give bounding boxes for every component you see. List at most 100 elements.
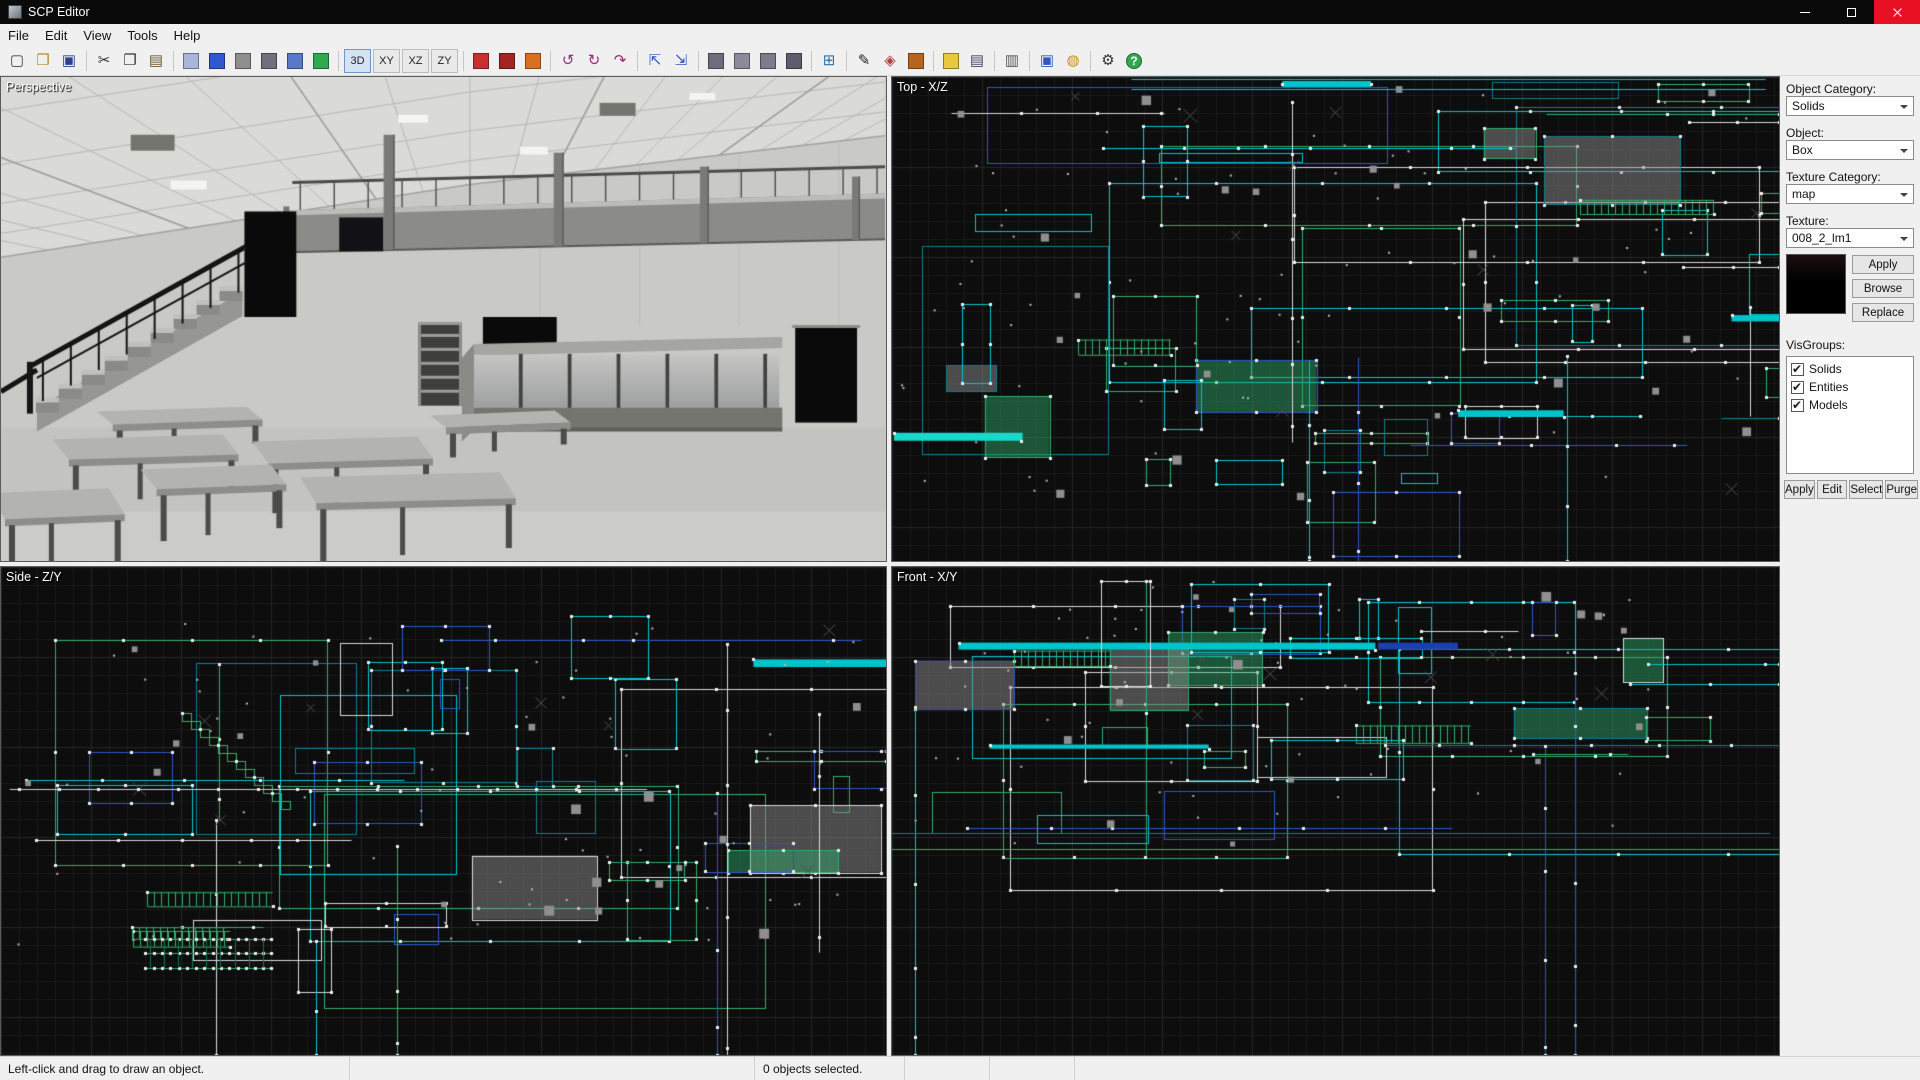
light-icon-glyph: ◍ [1066, 53, 1079, 68]
entity-window-icon[interactable]: ⊞ [817, 49, 841, 73]
stats-view-icon[interactable] [309, 49, 333, 73]
texture-category-select[interactable]: map [1786, 184, 1914, 204]
rotate-z-icon[interactable]: ↷ [608, 49, 632, 73]
texture-value: 008_2_lm1 [1792, 231, 1851, 245]
view-xz-button[interactable]: XZ [402, 49, 429, 73]
texture-select[interactable]: 008_2_lm1 [1786, 228, 1914, 248]
texture-apply-button[interactable]: Apply [1852, 255, 1914, 274]
apply-texture-icon-glyph [908, 53, 924, 69]
status-panel-empty [905, 1057, 990, 1080]
hollow-icon[interactable] [782, 49, 806, 73]
texture-browse-button[interactable]: Browse [1852, 279, 1914, 298]
wireframe-view-icon[interactable] [179, 49, 203, 73]
scale-selection-icon[interactable]: ⇲ [669, 49, 693, 73]
help-icon-glyph: ? [1126, 53, 1142, 69]
top-view-canvas[interactable] [892, 77, 1779, 561]
visgroup-entities[interactable]: Entities [1791, 378, 1909, 396]
open-folder-icon[interactable]: ❒ [31, 49, 55, 73]
checkbox-icon[interactable] [1791, 363, 1804, 376]
visgroups-select-button[interactable]: Select [1849, 480, 1883, 499]
visgroup-models-label: Models [1809, 398, 1848, 412]
new-file-icon[interactable]: ▢ [5, 49, 29, 73]
checkbox-icon[interactable] [1791, 381, 1804, 394]
visgroups-purge-button[interactable]: Purge [1885, 480, 1918, 499]
toolbar-separator [811, 51, 812, 71]
rotate-y-icon[interactable]: ↻ [582, 49, 606, 73]
window-title: SCP Editor [28, 5, 90, 19]
close-button[interactable] [1874, 0, 1920, 24]
status-selection: 0 objects selected. [755, 1057, 905, 1080]
solid-view-icon[interactable] [205, 49, 229, 73]
minimize-icon [1800, 12, 1810, 13]
apply-texture-icon[interactable] [904, 49, 928, 73]
settings-gear-icon[interactable]: ⚙ [1096, 49, 1120, 73]
menu-view[interactable]: View [75, 24, 119, 46]
front-view-canvas[interactable] [892, 567, 1779, 1055]
ungroup-icon-glyph [760, 53, 776, 69]
toolbar: ▢❒▣✂❐▤3DXYXZZY↺↻↷⇱⇲⊞✎◈▤▥▣◍⚙? [0, 46, 1920, 76]
perspective-canvas[interactable] [1, 77, 886, 561]
object-select[interactable]: Box [1786, 140, 1914, 160]
view-3d-button[interactable]: 3D [344, 49, 371, 73]
carve-icon[interactable] [704, 49, 728, 73]
status-panel-empty [990, 1057, 1075, 1080]
viewport-top[interactable]: Top - X/Z [891, 76, 1780, 562]
settings-gear-icon-glyph: ⚙ [1101, 53, 1114, 68]
status-bar: Left-click and drag to draw an object. 0… [0, 1056, 1920, 1080]
texture-lock-icon[interactable] [939, 49, 963, 73]
rotate-x-icon[interactable]: ↺ [556, 49, 580, 73]
view-zy-button[interactable]: ZY [431, 49, 458, 73]
viewport-front[interactable]: Front - X/Y [891, 566, 1780, 1056]
copy-icon-glyph: ❐ [123, 53, 136, 68]
object-category-select[interactable]: Solids [1786, 96, 1914, 116]
texture-replace-icon-glyph [499, 53, 515, 69]
toolbar-separator [933, 51, 934, 71]
checkbox-icon[interactable] [1791, 399, 1804, 412]
shaded-view-icon[interactable] [257, 49, 281, 73]
menu-help[interactable]: Help [166, 24, 209, 46]
visgroups-edit-button[interactable]: Edit [1817, 480, 1848, 499]
texture-replace-button[interactable]: Replace [1852, 303, 1914, 322]
run-map-icon[interactable]: ▥ [1000, 49, 1024, 73]
viewport-perspective[interactable]: Perspective [0, 76, 887, 562]
cut-icon[interactable]: ✂ [92, 49, 116, 73]
texture-preview [1786, 254, 1846, 314]
menu-file[interactable]: File [0, 24, 37, 46]
object-label: Object: [1786, 126, 1824, 140]
move-selection-icon[interactable]: ⇱ [643, 49, 667, 73]
object-value: Box [1792, 143, 1813, 157]
help-icon[interactable]: ? [1122, 49, 1146, 73]
entity-report-icon[interactable]: ▤ [965, 49, 989, 73]
light-icon[interactable]: ◍ [1061, 49, 1085, 73]
side-view-canvas[interactable] [1, 567, 886, 1055]
pencil-tool-icon[interactable]: ✎ [852, 49, 876, 73]
wireframe-view-icon-glyph [183, 53, 199, 69]
texture-application-icon[interactable] [469, 49, 493, 73]
save-icon[interactable]: ▣ [57, 49, 81, 73]
texture-replace-icon[interactable] [495, 49, 519, 73]
menu-tools[interactable]: Tools [119, 24, 165, 46]
view-xy-button[interactable]: XY [373, 49, 400, 73]
viewport-side[interactable]: Side - Z/Y [0, 566, 887, 1056]
ungroup-icon[interactable] [756, 49, 780, 73]
texture-browse-icon[interactable] [521, 49, 545, 73]
paste-icon[interactable]: ▤ [144, 49, 168, 73]
screen-icon-glyph: ▣ [1040, 53, 1054, 68]
object-category-value: Solids [1792, 99, 1825, 113]
textured-view-icon[interactable] [283, 49, 307, 73]
visgroup-models[interactable]: Models [1791, 396, 1909, 414]
status-message: Left-click and drag to draw an object. [0, 1057, 350, 1080]
flat-shade-view-icon[interactable] [231, 49, 255, 73]
screen-icon[interactable]: ▣ [1035, 49, 1059, 73]
menu-edit[interactable]: Edit [37, 24, 75, 46]
minimize-button[interactable] [1782, 0, 1828, 24]
visgroup-solids[interactable]: Solids [1791, 360, 1909, 378]
eraser-tool-icon[interactable]: ◈ [878, 49, 902, 73]
move-selection-icon-glyph: ⇱ [649, 53, 662, 68]
texture-lock-icon-glyph [943, 53, 959, 69]
texture-category-value: map [1792, 187, 1815, 201]
maximize-button[interactable] [1828, 0, 1874, 24]
copy-icon[interactable]: ❐ [118, 49, 142, 73]
visgroups-apply-button[interactable]: Apply [1784, 480, 1815, 499]
group-icon[interactable] [730, 49, 754, 73]
